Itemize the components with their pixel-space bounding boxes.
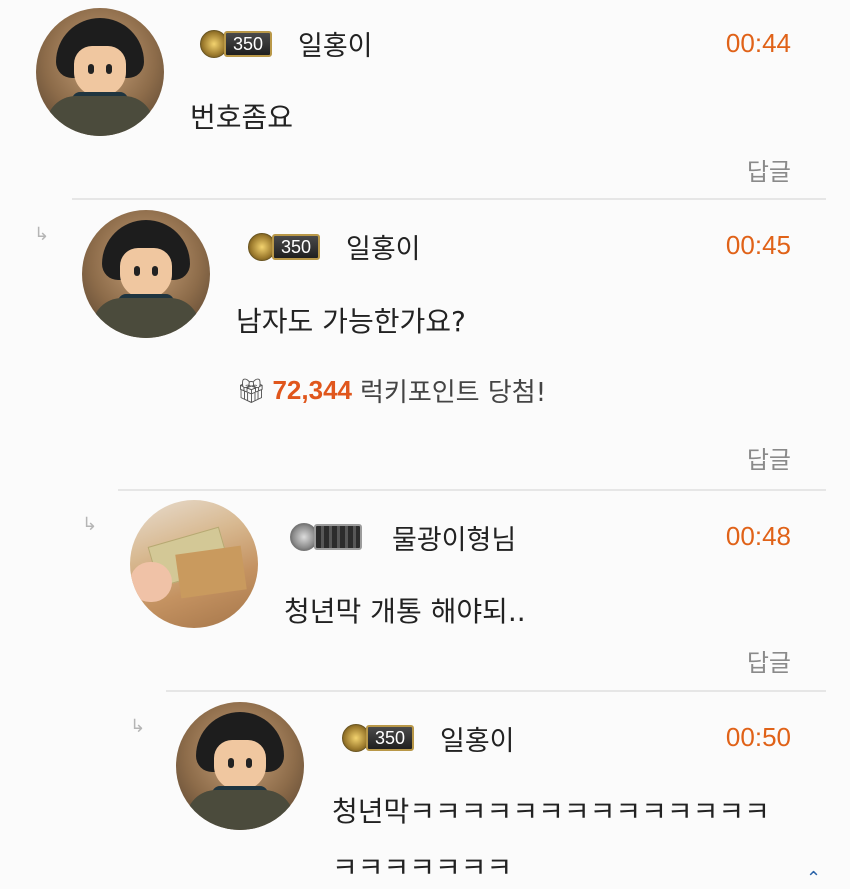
nickname[interactable]: 일홍이 <box>346 227 421 266</box>
divider <box>72 198 826 200</box>
avatar[interactable] <box>130 500 258 628</box>
scroll-up-icon[interactable]: ⌃ <box>806 868 821 889</box>
reply-button[interactable]: 답글 <box>747 440 791 475</box>
comment-text: 청년막 개통 해야되.. <box>284 595 526 628</box>
level-badge <box>290 523 362 551</box>
nickname[interactable]: 물광이형님 <box>392 518 516 557</box>
comment-text: 번호좀요 <box>190 101 294 134</box>
lucky-point-notice: 🎁︎ 72,344 럭키포인트 당첨! <box>236 372 546 409</box>
reply-button[interactable]: 답글 <box>747 643 791 678</box>
nickname[interactable]: 일홍이 <box>440 719 515 758</box>
comment-text-continued: ㅋㅋㅋㅋㅋㅋㅋ <box>332 851 513 884</box>
reply-button[interactable]: 답글 <box>747 152 791 187</box>
timestamp: 00:45 <box>725 230 791 260</box>
reply-arrow-icon: ↳ <box>82 514 98 535</box>
level-badge: 350 <box>342 724 415 752</box>
gift-icon: 🎁︎ <box>236 376 267 405</box>
avatar[interactable] <box>176 702 304 830</box>
nickname[interactable]: 일홍이 <box>298 24 373 63</box>
comment-text: 남자도 가능한가요? <box>236 305 466 338</box>
timestamp: 00:44 <box>725 28 791 58</box>
timestamp: 00:48 <box>725 521 791 551</box>
lucky-label: 럭키포인트 당첨! <box>360 378 547 408</box>
timestamp: 00:50 <box>725 722 791 752</box>
divider <box>166 690 826 692</box>
divider <box>118 489 826 491</box>
avatar[interactable] <box>82 210 210 338</box>
level-badge: 350 <box>200 30 273 58</box>
reply-arrow-icon: ↳ <box>130 716 146 737</box>
level-badge: 350 <box>248 233 321 261</box>
comment-text: 청년막ㅋㅋㅋㅋㅋㅋㅋㅋㅋㅋㅋㅋㅋㅋ <box>332 795 770 828</box>
lucky-points: 72,344 <box>272 375 352 405</box>
avatar[interactable] <box>36 8 164 136</box>
reply-arrow-icon: ↳ <box>34 224 50 245</box>
